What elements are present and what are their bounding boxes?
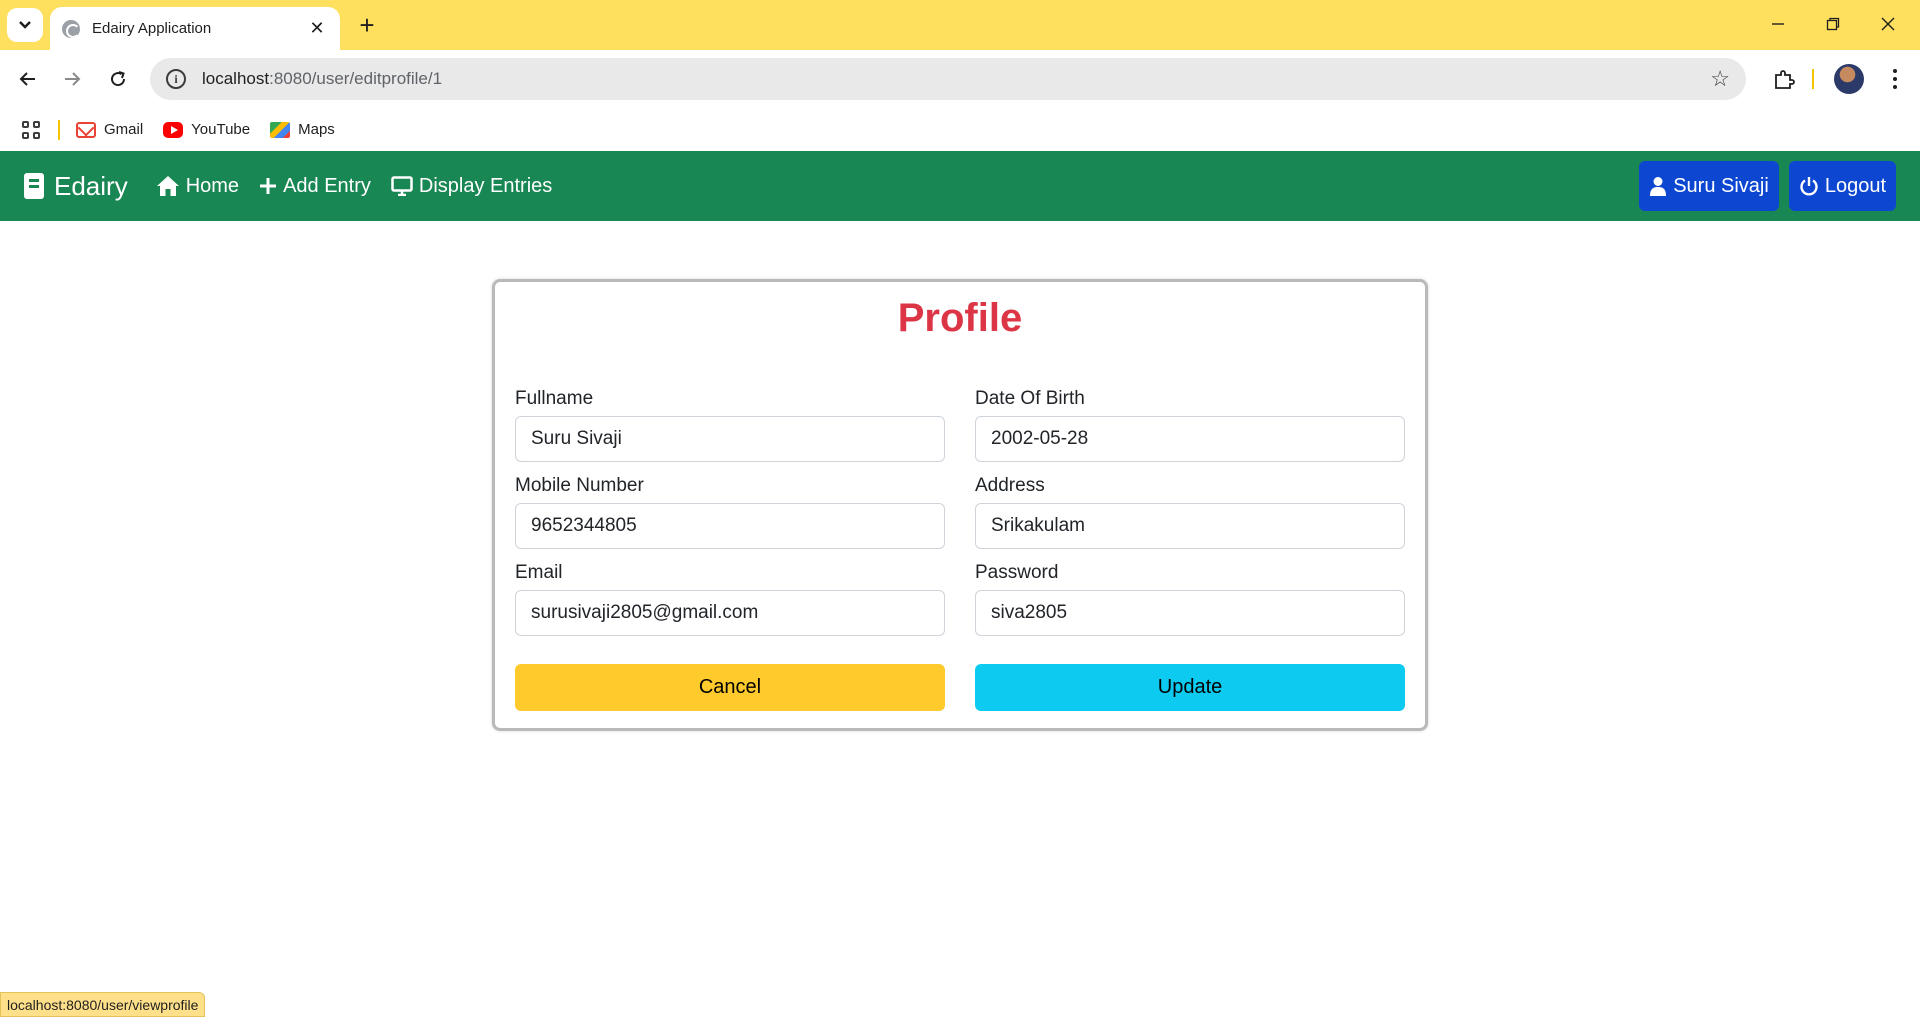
reload-icon: [111, 71, 126, 87]
tab-close-icon[interactable]: ✕: [306, 18, 328, 39]
extensions-button[interactable]: [1766, 61, 1802, 97]
mobile-field-group: Mobile Number: [515, 475, 945, 549]
navbar-right-group: Suru Sivaji Logout: [1639, 161, 1896, 211]
back-button[interactable]: [10, 61, 46, 97]
browser-toolbar: i localhost:8080/user/editprofile/1 ☆: [0, 50, 1920, 108]
user-icon: [1649, 176, 1667, 196]
password-label: Password: [975, 562, 1059, 583]
book-icon: [24, 173, 44, 199]
tab-title: Edairy Application: [92, 20, 212, 37]
address-bar[interactable]: i localhost:8080/user/editprofile/1 ☆: [150, 58, 1746, 100]
dob-input[interactable]: [975, 416, 1405, 462]
bookmark-label: Maps: [298, 121, 335, 138]
app-navbar: Edairy Home Add Entry Display Entries Su…: [0, 151, 1920, 221]
close-window-button[interactable]: [1866, 8, 1910, 40]
user-name: Suru Sivaji: [1673, 174, 1769, 197]
mobile-label: Mobile Number: [515, 475, 644, 496]
nav-link-add-entry[interactable]: Add Entry: [259, 175, 371, 198]
brand-name: Edairy: [54, 170, 128, 201]
arrow-right-icon: [65, 72, 81, 86]
power-icon: [1799, 176, 1819, 196]
profile-avatar[interactable]: [1834, 64, 1864, 94]
bookmark-star-icon[interactable]: ☆: [1710, 66, 1730, 92]
apps-grid-icon[interactable]: [22, 120, 40, 139]
nav-link-display-entries[interactable]: Display Entries: [391, 175, 552, 198]
puzzle-icon: [1775, 70, 1795, 89]
page-title: Profile: [897, 296, 1023, 340]
home-icon: [156, 175, 180, 197]
email-label: Email: [515, 562, 563, 583]
email-field-group: Email: [515, 562, 945, 636]
forward-button[interactable]: [54, 61, 90, 97]
browser-tabstrip: Edairy Application ✕ +: [0, 0, 1920, 50]
monitor-icon: [391, 176, 413, 196]
password-field-group: Password: [975, 562, 1405, 636]
fullname-input[interactable]: [515, 416, 945, 462]
bookmark-label: Gmail: [104, 121, 144, 138]
restore-icon: [1826, 17, 1840, 31]
chevron-down-icon: [19, 21, 31, 29]
bookmark-gmail[interactable]: Gmail: [76, 121, 143, 138]
dob-label: Date Of Birth: [975, 388, 1085, 409]
bookmark-maps[interactable]: Maps: [270, 121, 335, 138]
fullname-field-group: Fullname: [515, 388, 945, 462]
brand-link[interactable]: Edairy: [24, 171, 128, 202]
mobile-input[interactable]: [515, 503, 945, 549]
logout-button[interactable]: Logout: [1788, 161, 1896, 211]
bookmark-label: YouTube: [191, 121, 251, 138]
info-icon[interactable]: i: [166, 69, 186, 89]
cancel-button[interactable]: Cancel: [515, 664, 945, 711]
nav-link-label: Home: [185, 174, 240, 197]
youtube-icon: [163, 121, 184, 138]
reload-button[interactable]: [100, 61, 136, 97]
minimize-button[interactable]: [1756, 8, 1800, 40]
plus-icon: [259, 177, 277, 195]
minimize-icon: [1772, 23, 1784, 25]
address-label: Address: [975, 475, 1045, 496]
status-bar-url: localhost:8080/user/viewprofile: [0, 992, 206, 1017]
bookmarks-bar: Gmail YouTube Maps: [0, 108, 1920, 151]
address-input[interactable]: [975, 503, 1405, 549]
url-host: localhost: [202, 69, 270, 88]
logout-label: Logout: [1824, 174, 1886, 197]
new-tab-button[interactable]: +: [352, 10, 382, 40]
url-path: :8080/user/editprofile/1: [269, 69, 443, 88]
maps-icon: [270, 121, 291, 138]
nav-link-home[interactable]: Home: [156, 175, 239, 198]
update-button[interactable]: Update: [975, 664, 1405, 711]
address-field-group: Address: [975, 475, 1405, 549]
fullname-label: Fullname: [515, 388, 594, 409]
bookmark-youtube[interactable]: YouTube: [163, 121, 250, 138]
gmail-icon: [76, 121, 96, 138]
browser-menu-icon[interactable]: [1880, 61, 1910, 97]
password-input[interactable]: [975, 590, 1405, 636]
restore-button[interactable]: [1811, 8, 1855, 40]
email-input[interactable]: [515, 590, 945, 636]
bookmarks-divider: [58, 119, 60, 140]
arrow-left-icon: [19, 72, 35, 86]
dob-field-group: Date Of Birth: [975, 388, 1405, 462]
close-icon: [1881, 17, 1895, 31]
toolbar-divider: [1812, 69, 1814, 89]
nav-link-label: Display Entries: [418, 174, 553, 197]
user-profile-button[interactable]: Suru Sivaji: [1639, 161, 1779, 211]
browser-tab[interactable]: Edairy Application ✕: [50, 7, 340, 50]
nav-link-label: Add Entry: [283, 174, 371, 197]
tab-search-button[interactable]: [7, 8, 43, 42]
profile-card: Profile Fullname Date Of Birth Mobile Nu…: [492, 279, 1428, 731]
globe-icon: [62, 19, 80, 38]
